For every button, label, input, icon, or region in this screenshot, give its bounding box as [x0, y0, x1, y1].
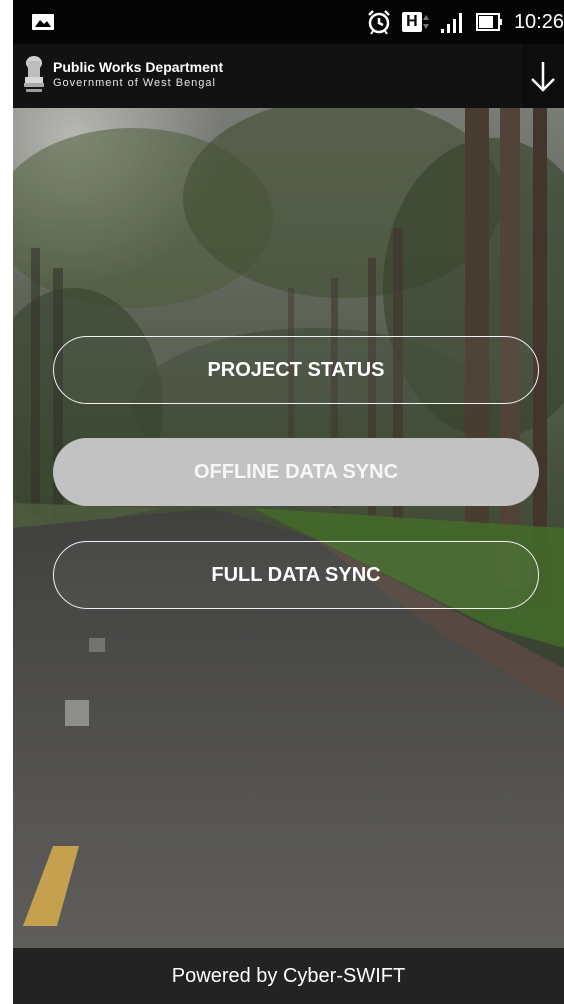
network-type-label: H — [401, 12, 422, 32]
powered-by-text: Powered by Cyber-SWIFT — [171, 964, 406, 987]
project-status-button[interactable]: PROJECT STATUS — [53, 336, 539, 404]
status-icons: H 10:26 — [366, 0, 564, 44]
download-button[interactable] — [522, 44, 564, 108]
app-subtitle: Government of West Bengal — [53, 77, 216, 89]
background-image — [13, 108, 564, 948]
network-h-icon: H — [401, 12, 430, 32]
app-title: Public Works Department — [53, 59, 224, 75]
clock-time: 10:26 — [513, 10, 564, 33]
status-bar: H 10:26 — [13, 0, 564, 44]
app-header: Public Works Department Government of We… — [13, 44, 564, 108]
full-data-sync-button[interactable]: FULL DATA SYNC — [53, 541, 539, 609]
arrow-down-icon — [531, 62, 555, 92]
phone-screen: H 10:26 Public Works Department Governme… — [13, 0, 564, 1004]
alarm-icon — [366, 9, 392, 35]
battery-icon — [475, 12, 504, 32]
full-data-sync-label: FULL DATA SYNC — [211, 563, 381, 586]
image-icon — [31, 12, 55, 32]
project-status-label: PROJECT STATUS — [207, 358, 385, 381]
offline-data-sync-button[interactable]: OFFLINE DATA SYNC — [53, 438, 539, 506]
signal-icon — [440, 11, 466, 33]
state-emblem-icon — [21, 55, 47, 97]
offline-data-sync-label: OFFLINE DATA SYNC — [193, 460, 399, 483]
footer: Powered by Cyber-SWIFT — [13, 948, 564, 1004]
